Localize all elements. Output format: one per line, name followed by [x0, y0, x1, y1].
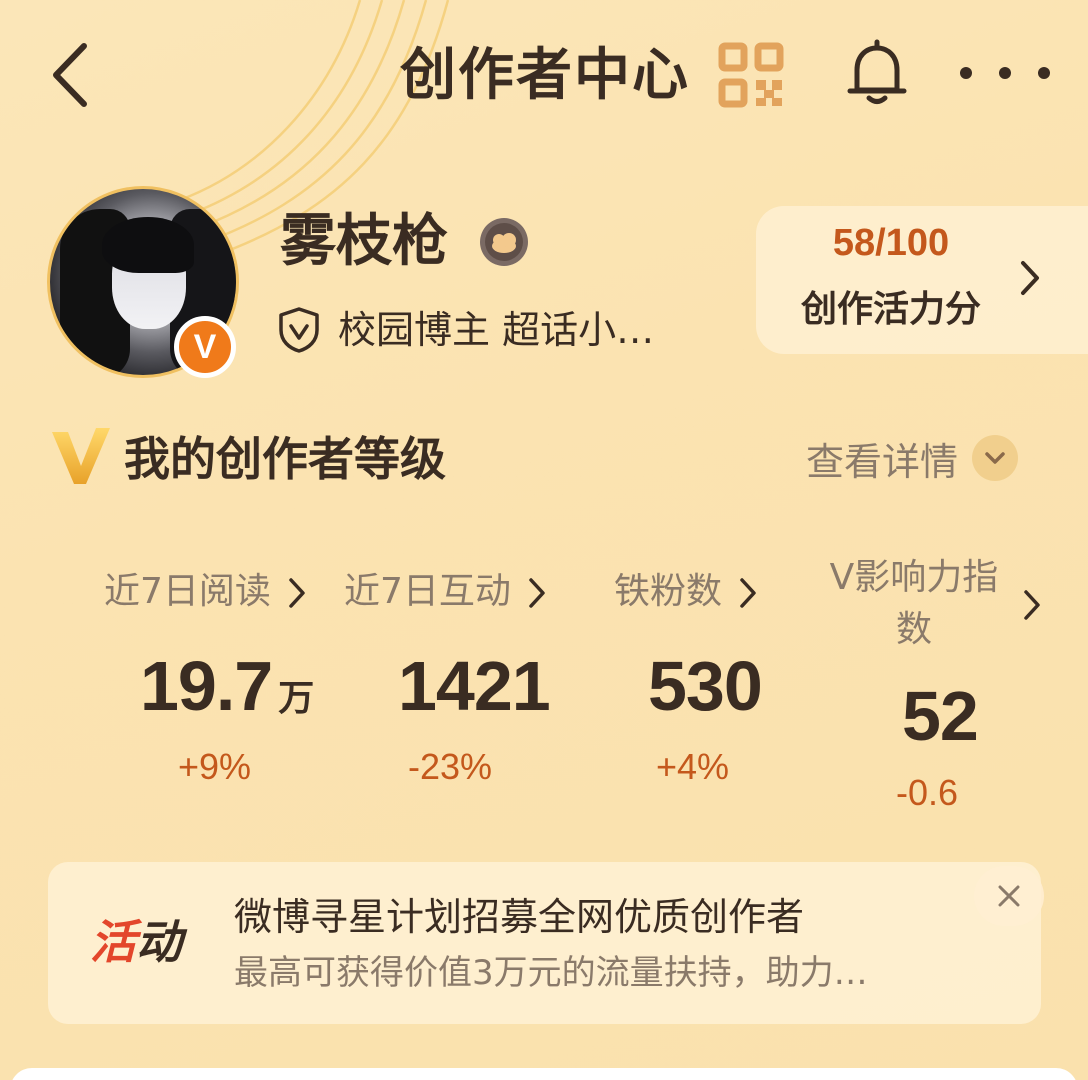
view-details-label: 查看详情: [806, 439, 959, 484]
avatar-bangs: [102, 217, 194, 273]
stat-unit: 万: [278, 678, 314, 719]
stat-label-line2: 数: [895, 609, 932, 650]
score-value: 58/100: [832, 222, 950, 264]
stat-change: -23%: [408, 746, 493, 787]
page-title: 创作者中心: [400, 43, 690, 108]
stat-label: 近7日阅读: [104, 571, 271, 612]
qr-code-icon: [718, 42, 784, 108]
score-label: 创作活力分: [800, 289, 981, 330]
chevron-right-icon: [529, 578, 545, 608]
chevron-left-icon: [53, 43, 87, 107]
stat-label: 铁粉数: [614, 571, 723, 612]
activity-tag-part: 活: [90, 915, 136, 969]
back-button[interactable]: [40, 40, 100, 110]
chevron-right-icon: [740, 578, 756, 608]
stat-value: 1421: [398, 647, 551, 725]
notification-button[interactable]: [842, 38, 912, 108]
level-medal-icon[interactable]: [478, 216, 530, 268]
profile-tags-text: 校园博主 超话小…: [338, 308, 655, 352]
activity-tag: 活动: [90, 912, 182, 972]
stat-iron-fans[interactable]: 铁粉数: [614, 566, 758, 646]
more-dots-icon: [960, 67, 972, 79]
chevron-right-icon: [1024, 590, 1040, 620]
banner-title: 微博寻星计划招募全网优质创作者: [234, 895, 805, 939]
stat-interactions[interactable]: 近7日互动: [344, 566, 547, 646]
chevron-right-icon: [1021, 261, 1039, 295]
stat-reads[interactable]: 近7日阅读: [104, 566, 307, 646]
view-details-link[interactable]: 查看详情: [806, 426, 1019, 490]
stat-label: V影响力指: [829, 557, 999, 598]
stat-change: +9%: [178, 746, 252, 787]
more-options-button[interactable]: [960, 50, 1050, 96]
stat-value: 530: [648, 647, 763, 725]
header-bar: 创作者中心: [0, 0, 1088, 150]
stat-number: 19.7: [140, 647, 273, 725]
more-dot: [999, 67, 1011, 79]
chevron-right-icon: [289, 578, 305, 608]
bell-icon: [847, 39, 907, 104]
creation-score-card[interactable]: 58/100 创作活力分: [756, 206, 1088, 354]
creator-level-v-icon: [52, 428, 110, 484]
stat-value: 19.7 万: [140, 646, 314, 726]
profile-tags[interactable]: 校园博主 超话小…: [276, 302, 654, 358]
activity-banner[interactable]: 活动 微博寻星计划招募全网优质创作者 最高可获得价值3万元的流量扶持，助力…: [48, 862, 1044, 1024]
stat-change: +4%: [656, 746, 730, 787]
stat-value: 52: [902, 677, 979, 755]
stat-label: 近7日互动: [344, 571, 511, 612]
bottom-sheet: [10, 1068, 1078, 1080]
banner-subtitle: 最高可获得价值3万元的流量扶持，助力…: [234, 953, 868, 993]
more-dot: [1038, 67, 1050, 79]
shield-icon: [279, 307, 319, 353]
stat-change: -0.6: [896, 772, 959, 813]
verified-badge: V: [174, 316, 236, 378]
chevron-down-icon: [972, 435, 1019, 481]
username[interactable]: 雾枝枪: [280, 204, 448, 280]
stat-v-influence[interactable]: V影响力指 数: [814, 552, 1014, 656]
close-icon: [998, 885, 1020, 907]
activity-tag-part: 动: [136, 915, 182, 969]
section-title: 我的创作者等级: [124, 432, 446, 486]
qr-code-button[interactable]: [718, 42, 784, 108]
banner-close-button[interactable]: [974, 866, 1044, 926]
